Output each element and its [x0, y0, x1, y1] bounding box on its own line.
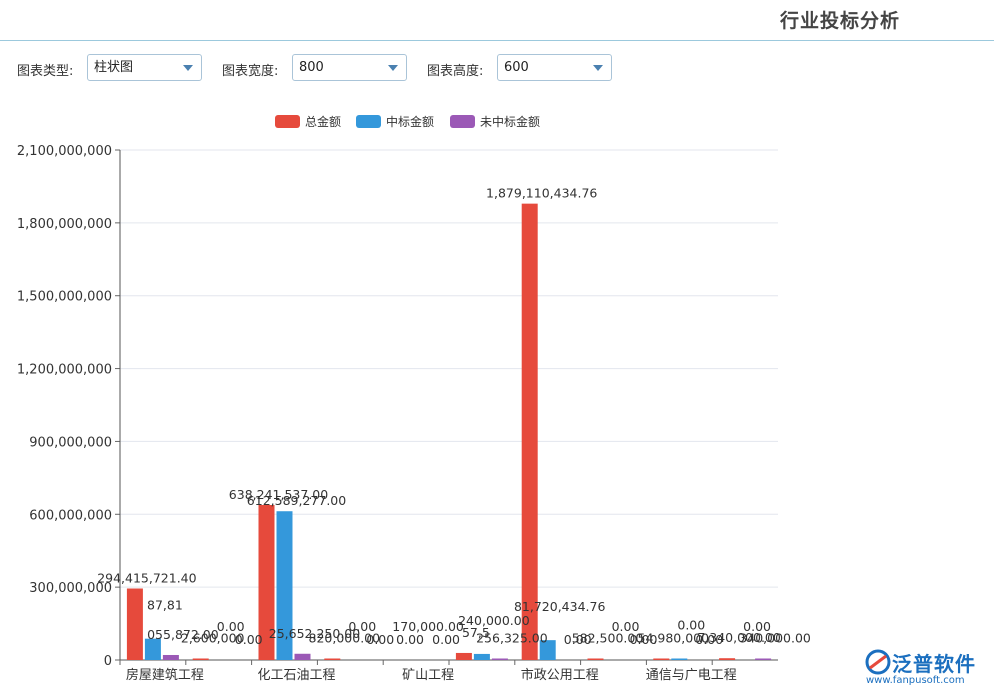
data-label: 0.00 [366, 632, 394, 647]
logo-icon [865, 649, 891, 675]
header: 行业投标分析 [0, 0, 994, 41]
x-tick-label: 化工石油工程 [257, 668, 335, 683]
bar [192, 658, 209, 660]
y-tick-label: 0 [104, 654, 112, 669]
data-label: 0.00 [235, 632, 263, 647]
data-label: 0.00 [630, 632, 658, 647]
logo: 泛普软件 www.fanpusoft.com [862, 646, 988, 690]
y-tick-label: 1,200,000,000 [17, 363, 112, 378]
data-label: 1,879,110,434.76 [486, 186, 597, 201]
chart-height-value: 600 [504, 60, 529, 75]
data-label: 256,325.00 [476, 631, 548, 646]
chart-type-select[interactable]: 柱状图 [87, 54, 202, 81]
bar [162, 654, 179, 660]
y-tick-label: 1,500,000,000 [17, 290, 112, 305]
legend-swatch [275, 115, 300, 128]
data-label: 0.00 [695, 632, 723, 647]
bar [521, 203, 538, 661]
chart-type-value: 柱状图 [94, 60, 134, 75]
chevron-down-icon [593, 65, 603, 71]
legend-swatch [356, 115, 381, 128]
bar [671, 658, 688, 660]
y-tick-label: 2,100,000,000 [17, 144, 112, 159]
bar-chart: 0300,000,000600,000,000900,000,0001,200,… [17, 114, 811, 683]
bar [491, 658, 508, 660]
chevron-down-icon [388, 65, 398, 71]
data-label: 612,589,277.00 [247, 493, 346, 508]
bar [455, 652, 472, 660]
data-label: 87,81 [147, 598, 183, 613]
chart-width-label: 图表宽度: [222, 64, 279, 79]
bar [324, 658, 341, 660]
chart-controls: 图表类型: 柱状图 图表宽度: 800 图表高度: 600 [0, 54, 994, 84]
bar [587, 658, 604, 660]
bar [719, 658, 736, 660]
legend-label: 未中标金额 [480, 114, 540, 129]
data-label: 25,652,250.00 [269, 626, 360, 641]
data-label: 240,000.00 [458, 613, 530, 628]
chart-height-select[interactable]: 600 [497, 54, 612, 81]
data-label: 294,415,721.40 [97, 570, 196, 585]
logo-url: www.fanpusoft.com [866, 675, 965, 686]
legend-label: 中标金额 [386, 114, 434, 129]
data-label: 055,872.00 [147, 627, 219, 642]
bar [294, 653, 311, 660]
legend-swatch [450, 115, 475, 128]
bar [755, 658, 772, 660]
data-label: 0.00 [564, 632, 592, 647]
x-tick-label: 市政公用工程 [521, 667, 599, 683]
logo-name: 泛普软件 [892, 652, 976, 676]
x-tick-label: 房屋建筑工程 [126, 667, 204, 683]
data-label: 0.00 [396, 632, 424, 647]
bar [126, 588, 143, 660]
chevron-down-icon [183, 65, 193, 71]
bar [473, 653, 490, 660]
data-label: 81,720,434.76 [514, 599, 605, 614]
data-label: 0.00 [677, 618, 705, 633]
y-tick-label: 900,000,000 [29, 435, 112, 450]
x-tick-label: 矿山工程 [402, 668, 454, 683]
x-tick-label: 通信与广电工程 [646, 668, 737, 683]
chart-width-select[interactable]: 800 [292, 54, 407, 81]
data-label: 0.00 [432, 632, 460, 647]
legend-label: 总金额 [305, 114, 341, 129]
y-tick-label: 1,800,000,000 [17, 217, 112, 232]
chart-type-label: 图表类型: [17, 64, 74, 79]
y-tick-label: 600,000,000 [29, 508, 112, 523]
page-title: 行业投标分析 [779, 10, 900, 32]
chart-width-value: 800 [299, 60, 324, 75]
chart-height-label: 图表高度: [427, 64, 484, 79]
data-label: 340,000.00 [739, 631, 811, 646]
bar [653, 658, 670, 660]
